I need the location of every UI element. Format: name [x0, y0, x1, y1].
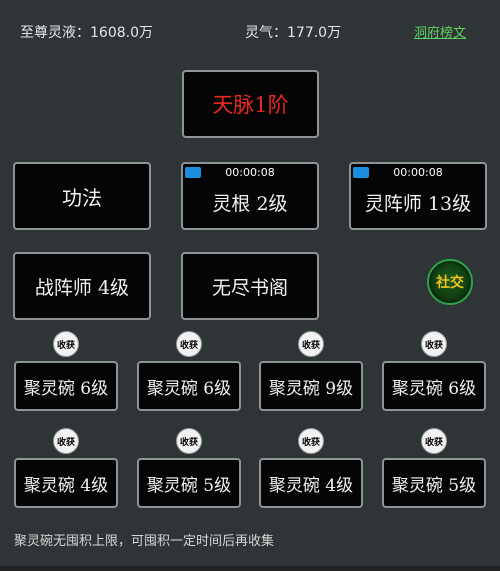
juling-bowl-button[interactable]: 聚灵碗 4级	[14, 458, 118, 508]
harvest-button[interactable]: 收获	[176, 331, 202, 357]
footer-hint: 聚灵碗无囤积上限，可囤积一定时间后再收集	[14, 534, 275, 549]
zhanzhenshi-label: 战阵师 4级	[34, 276, 130, 299]
harvest-button[interactable]: 收获	[421, 428, 447, 454]
lingzhenshi-label: 灵阵师 13级	[364, 192, 472, 215]
zhanzhenshi-button[interactable]: 战阵师 4级	[13, 252, 151, 320]
juling-bowl-button[interactable]: 聚灵碗 6级	[137, 361, 241, 411]
top-bar: 至尊灵液：1608.0万 灵气：177.0万 洞府榜文	[0, 0, 500, 58]
harvest-button[interactable]: 收获	[176, 428, 202, 454]
tianmai-level-button[interactable]: 天脉1阶	[182, 70, 319, 138]
harvest-button[interactable]: 收获	[298, 428, 324, 454]
juling-bowl-label: 聚灵碗 4级	[268, 475, 354, 496]
lingzhenshi-button[interactable]: 00:00:08 灵阵师 13级	[349, 162, 487, 230]
dongfu-notice-link[interactable]: 洞府榜文	[414, 22, 466, 41]
wujin-shuge-label: 无尽书阁	[211, 276, 288, 299]
lingzhenshi-timer: 00:00:08	[393, 166, 443, 179]
juling-bowl-button[interactable]: 聚灵碗 6级	[382, 361, 486, 411]
tianmai-level-label: 天脉1阶	[212, 93, 289, 117]
gongfa-label: 功法	[62, 185, 102, 210]
juling-bowl-label: 聚灵碗 9级	[268, 378, 354, 399]
linggen-label: 灵根 2级	[212, 192, 288, 215]
wujin-shuge-button[interactable]: 无尽书阁	[181, 252, 319, 320]
juling-bowl-button[interactable]: 聚灵碗 9级	[259, 361, 363, 411]
harvest-button[interactable]: 收获	[421, 331, 447, 357]
social-label: 社交	[436, 275, 464, 291]
zhizun-lingye-stat: 至尊灵液：1608.0万	[20, 25, 153, 41]
linggen-button[interactable]: 00:00:08 灵根 2级	[181, 162, 319, 230]
juling-bowl-label: 聚灵碗 6级	[146, 378, 232, 399]
juling-bowl-label: 聚灵碗 5级	[146, 475, 232, 496]
gongfa-button[interactable]: 功法	[13, 162, 151, 230]
juling-bowl-button[interactable]: 聚灵碗 5级	[382, 458, 486, 508]
bottom-divider	[0, 566, 500, 571]
juling-bowl-button[interactable]: 聚灵碗 5级	[137, 458, 241, 508]
juling-bowl-label: 聚灵碗 6级	[23, 378, 109, 399]
linggen-timer: 00:00:08	[225, 166, 275, 179]
juling-bowl-button[interactable]: 聚灵碗 4级	[259, 458, 363, 508]
juling-bowl-label: 聚灵碗 6级	[391, 378, 477, 399]
lingqi-stat: 灵气：177.0万	[245, 25, 342, 41]
harvest-button[interactable]: 收获	[298, 331, 324, 357]
harvest-button[interactable]: 收获	[53, 331, 79, 357]
juling-bowl-label: 聚灵碗 5级	[391, 475, 477, 496]
juling-bowl-label: 聚灵碗 4级	[23, 475, 109, 496]
social-button[interactable]: 社交	[427, 259, 473, 305]
juling-bowl-button[interactable]: 聚灵碗 6级	[14, 361, 118, 411]
harvest-button[interactable]: 收获	[53, 428, 79, 454]
